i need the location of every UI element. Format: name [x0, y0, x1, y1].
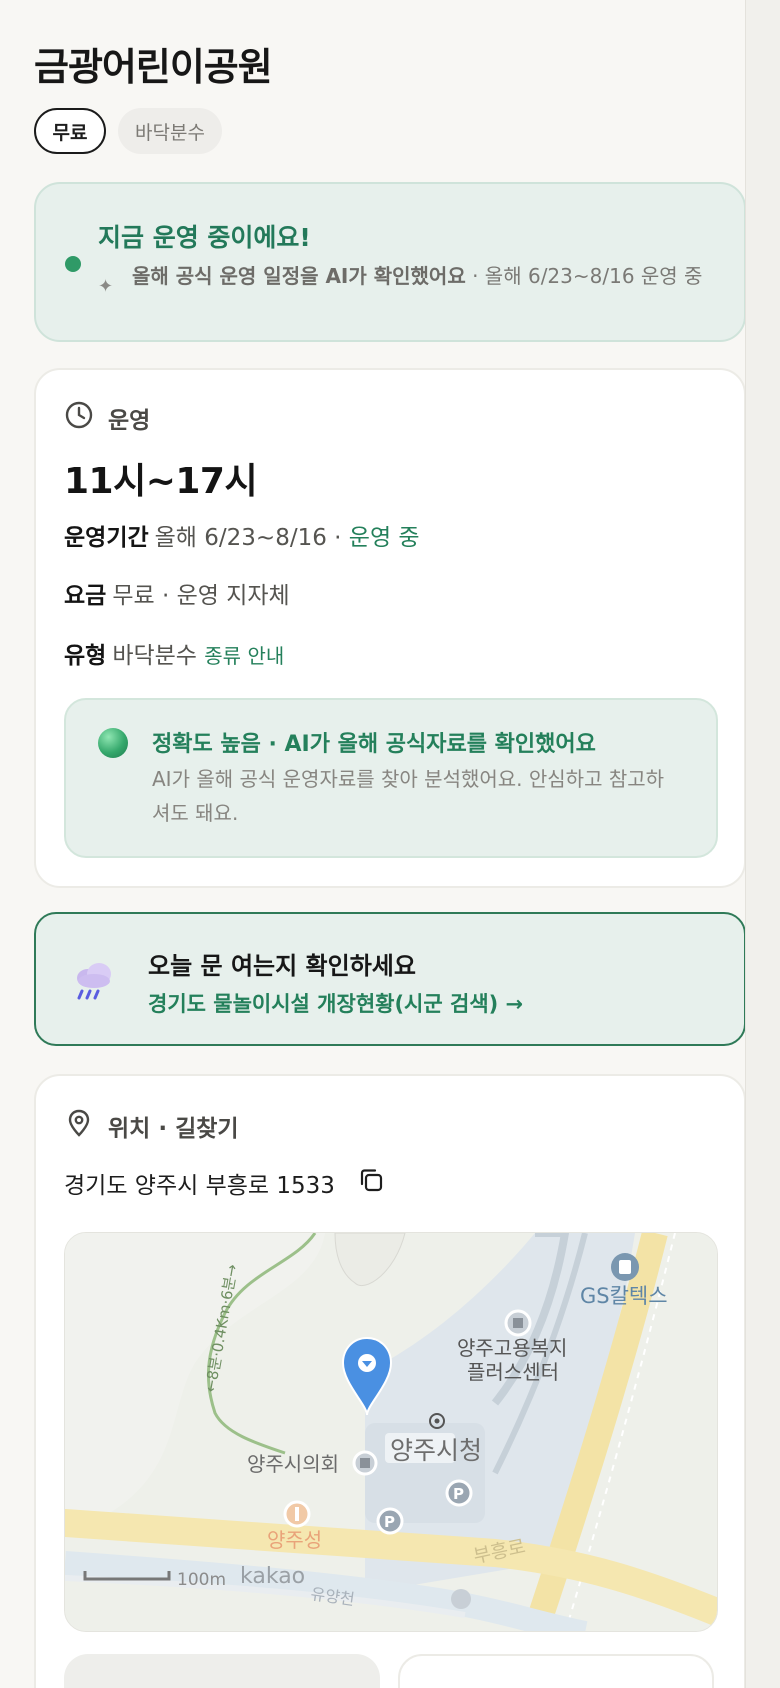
type-value: 바닥분수	[112, 643, 197, 669]
accuracy-title: 정확도 높음 · AI가 올해 공식자료를 확인했어요	[152, 732, 596, 757]
map-label-welfare-1: 양주고용복지	[457, 1336, 567, 1360]
svg-text:P: P	[384, 1513, 395, 1531]
page-title: 금광어린이공원	[34, 45, 273, 89]
open-check-banner[interactable]: 오늘 문 여는지 확인하세요 경기도 물놀이시설 개장현황(시군 검색) →	[34, 912, 746, 1046]
status-dot-icon	[65, 256, 81, 272]
operation-header: 운영	[64, 400, 150, 436]
period-value: 올해 6/23~8/16 ·	[154, 525, 349, 551]
type-label: 유형	[64, 643, 107, 669]
status-subtitle-rest: · 올해 6/23~8/16 운영 중	[465, 264, 703, 288]
copy-icon[interactable]	[357, 1166, 385, 1200]
map-scale: 100m	[177, 1570, 226, 1590]
sparkle-icon: ✦	[98, 276, 114, 297]
address-row: 경기도 양주시 부흥로 1533	[64, 1166, 385, 1200]
status-subtitle-bold: 올해 공식 운영 일정을 AI가 확인했어요	[132, 264, 466, 288]
accuracy-orb-icon	[98, 728, 128, 758]
type-row: 유형 바닥분수 종류 안내	[64, 636, 284, 670]
operating-hours: 11시~17시	[64, 461, 258, 502]
status-title: 지금 운영 중이에요!	[98, 223, 311, 252]
map-label-gs: GS칼텍스	[580, 1284, 668, 1308]
location-card: 위치 · 길찾기 경기도 양주시 부흥로 1533 ←8분·0.4Km·6분→ …	[34, 1074, 746, 1688]
accuracy-box: 정확도 높음 · AI가 올해 공식자료를 확인했어요 AI가 올해 공식 운영…	[64, 698, 718, 858]
bottom-action-left[interactable]	[64, 1654, 380, 1688]
map-label-welfare-2: 플러스센터	[467, 1360, 559, 1384]
fee-label: 요금	[64, 583, 107, 609]
period-label: 운영기간	[64, 525, 149, 551]
location-pin-icon	[64, 1108, 94, 1144]
operation-header-label: 운영	[108, 408, 151, 434]
fee-value: 무료 · 운영 지자체	[112, 583, 290, 609]
status-subtitle: 올해 공식 운영 일정을 AI가 확인했어요 · 올해 6/23~8/16 운영…	[132, 262, 722, 290]
map-label-cityhall: 양주시청	[390, 1436, 482, 1465]
type-guide-link[interactable]: 종류 안내	[204, 644, 284, 668]
map-label-restaurant: 양주성	[267, 1528, 322, 1552]
status-card: 지금 운영 중이에요! ✦ 올해 공식 운영 일정을 AI가 확인했어요 · 올…	[34, 182, 746, 342]
tag-type[interactable]: 바닥분수	[118, 108, 222, 154]
tag-free[interactable]: 무료	[34, 108, 106, 154]
clock-icon	[64, 400, 94, 436]
page: 금광어린이공원 무료 바닥분수 지금 운영 중이에요! ✦ 올해 공식 운영 일…	[0, 0, 746, 1688]
fee-row: 요금 무료 · 운영 지자체	[64, 576, 290, 610]
period-status: 운영 중	[348, 525, 420, 551]
svg-text:P: P	[453, 1485, 464, 1503]
rain-cloud-icon	[70, 956, 118, 1004]
map-brand: kakao	[240, 1564, 305, 1589]
notice-title: 오늘 문 여는지 확인하세요	[148, 952, 416, 980]
notice-link[interactable]: 경기도 물놀이시설 개장현황(시군 검색) →	[148, 988, 523, 1018]
map-label-council: 양주시의회	[247, 1452, 339, 1476]
map-canvas: ←8분·0.4Km·6분→ GS칼텍스 양주고용복지 플러스센터 양주시청 양주…	[65, 1233, 717, 1631]
location-header: 위치 · 길찾기	[64, 1108, 239, 1144]
period-row: 운영기간 올해 6/23~8/16 · 운영 중	[64, 518, 420, 552]
scrollbar-track[interactable]	[745, 0, 780, 1688]
operation-card: 운영 11시~17시 운영기간 올해 6/23~8/16 · 운영 중 요금 무료 …	[34, 368, 746, 888]
address-text: 경기도 양주시 부흥로 1533	[64, 1173, 335, 1199]
map-view[interactable]: ←8분·0.4Km·6분→ GS칼텍스 양주고용복지 플러스센터 양주시청 양주…	[64, 1232, 718, 1632]
accuracy-body: AI가 올해 공식 운영자료를 찾아 분석했어요. 안심하고 참고하셔도 돼요.	[152, 767, 665, 825]
location-header-label: 위치 · 길찾기	[108, 1116, 239, 1142]
bottom-action-right[interactable]	[398, 1654, 714, 1688]
